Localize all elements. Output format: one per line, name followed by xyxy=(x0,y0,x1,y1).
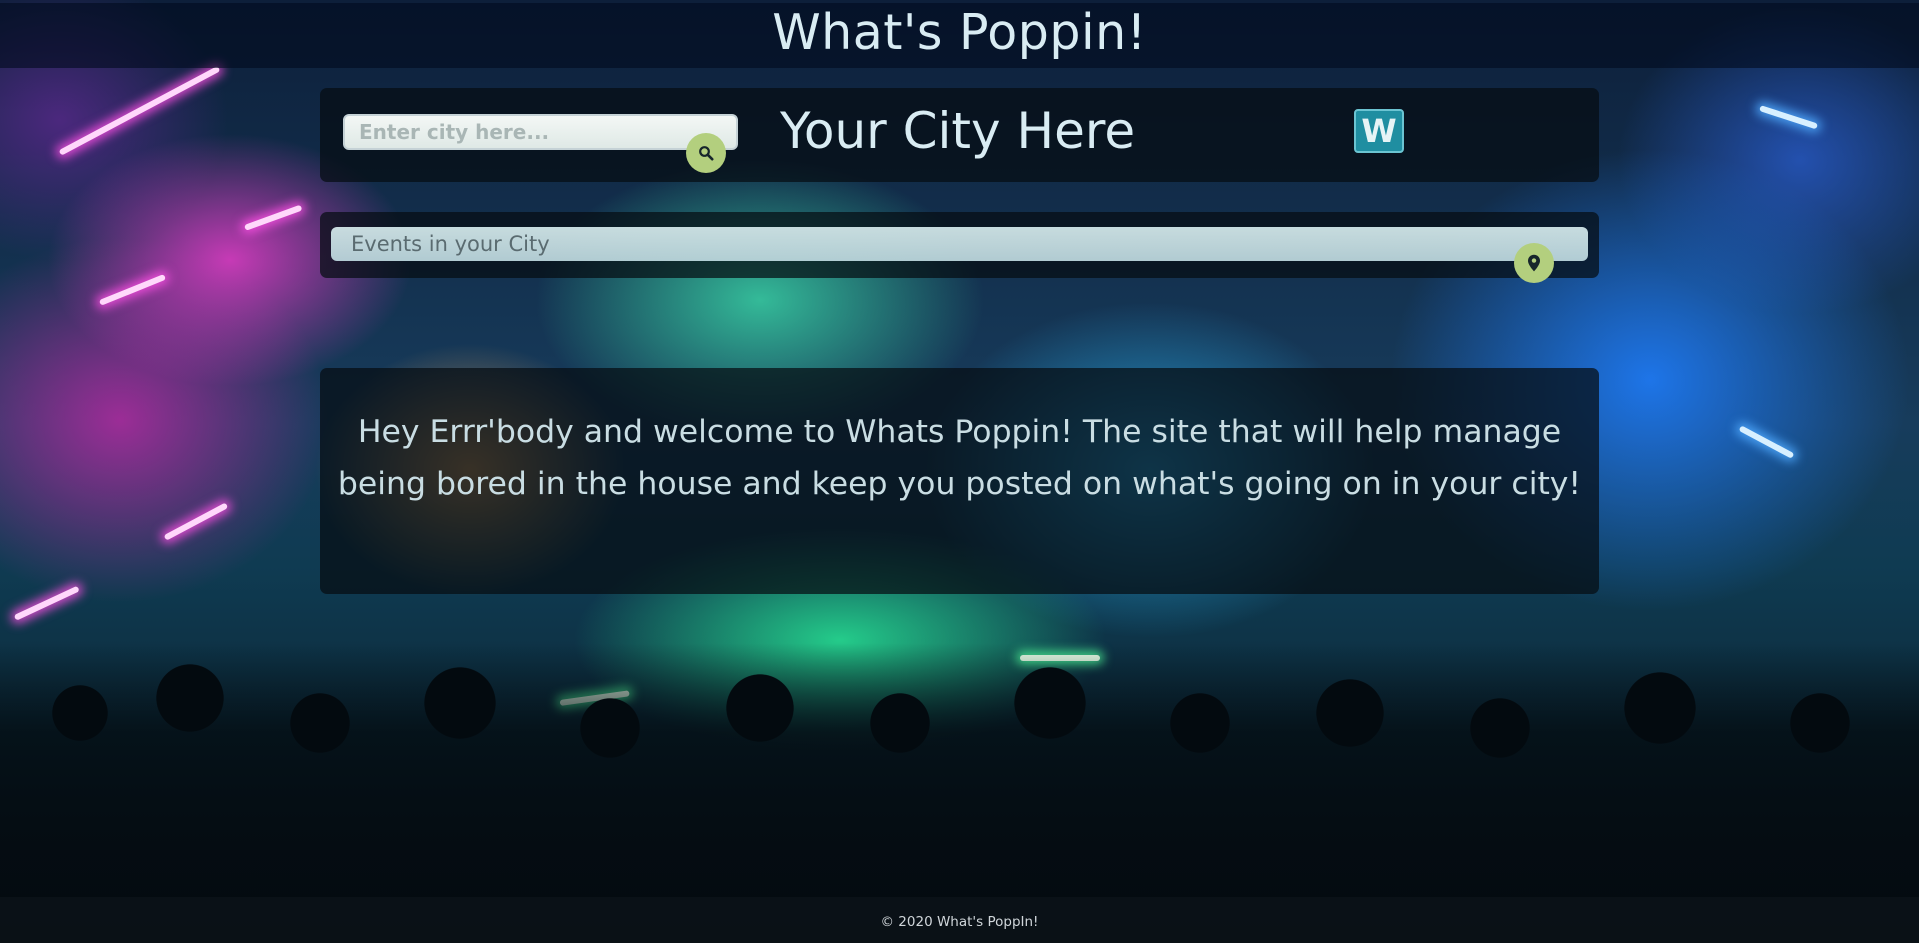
page: What's Poppin! Your City Here W Events i… xyxy=(0,0,1919,943)
search-button[interactable] xyxy=(686,133,726,173)
welcome-panel: Hey Errr'body and welcome to Whats Poppi… xyxy=(320,368,1599,594)
location-pin-icon xyxy=(1528,254,1540,272)
weather-button[interactable]: W xyxy=(1354,109,1404,153)
site-header: What's Poppin! xyxy=(0,3,1919,68)
site-title: What's Poppin! xyxy=(772,4,1147,61)
stage-light-beam xyxy=(98,273,167,306)
stage-light-beam xyxy=(58,65,221,156)
welcome-message: Hey Errr'body and welcome to Whats Poppi… xyxy=(337,414,1582,502)
city-search-input[interactable] xyxy=(343,114,738,150)
events-panel: Events in your City xyxy=(320,212,1599,283)
stage-light-beam xyxy=(1738,425,1795,459)
location-button[interactable] xyxy=(1514,243,1554,283)
events-bar[interactable]: Events in your City xyxy=(331,227,1588,261)
copyright-text: © 2020 What's PoppIn! xyxy=(880,914,1039,930)
site-footer: © 2020 What's PoppIn! xyxy=(0,897,1919,943)
city-heading: Your City Here xyxy=(780,102,1136,160)
stage-light-beam xyxy=(13,585,80,621)
stage-light-beam xyxy=(1759,105,1818,130)
events-label: Events in your City xyxy=(351,232,550,256)
stage-light-beam xyxy=(163,502,229,541)
stage-light-beam xyxy=(243,204,303,231)
city-search-panel: Your City Here W xyxy=(320,88,1599,182)
search-icon xyxy=(699,146,714,161)
